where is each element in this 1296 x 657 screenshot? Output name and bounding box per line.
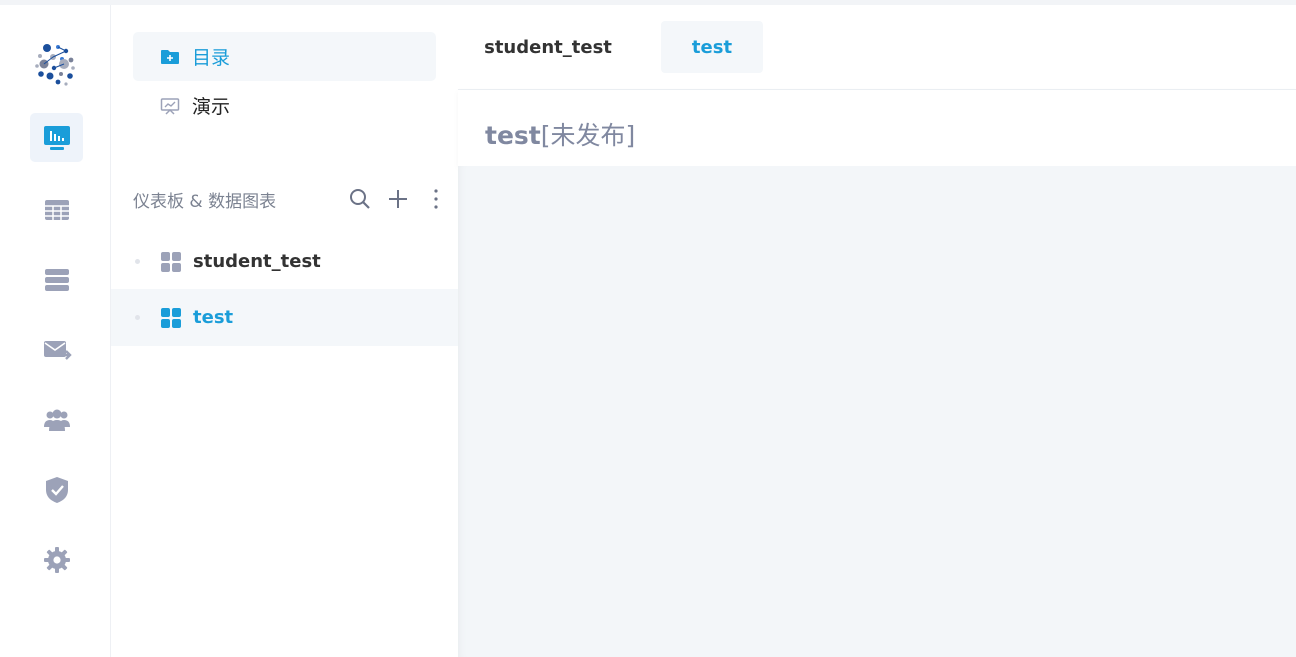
presentation-icon xyxy=(160,96,180,116)
dashboard-panel: 目录 演示 仪表板 & 数据图表 student_test test xyxy=(111,5,458,657)
rail-dashboard[interactable] xyxy=(30,113,83,162)
rail-settings[interactable] xyxy=(30,535,83,584)
rail-members[interactable] xyxy=(30,395,83,444)
nav-catalog-label: 目录 xyxy=(192,47,231,69)
nav-catalog[interactable]: 目录 xyxy=(133,32,436,81)
dashboard-grid-icon xyxy=(160,251,182,273)
rail-tables[interactable] xyxy=(30,185,83,234)
rail-schedule[interactable] xyxy=(30,325,83,374)
tab-student-test[interactable]: student_test xyxy=(476,21,620,73)
rail-sources[interactable] xyxy=(30,255,83,304)
tree-item-test[interactable]: test xyxy=(111,289,458,346)
shield-check-icon xyxy=(45,476,68,503)
page-title: test[未发布] xyxy=(485,116,635,152)
app-rail xyxy=(0,5,111,657)
table-grid-icon xyxy=(44,199,69,220)
tree-item-name: test xyxy=(193,307,234,328)
section-header: 仪表板 & 数据图表 xyxy=(133,187,448,212)
tree-bullet xyxy=(135,259,140,264)
search-icon[interactable] xyxy=(348,187,372,211)
nav-story-label: 演示 xyxy=(192,96,231,118)
users-group-icon xyxy=(43,409,70,431)
tab-bar: student_test test xyxy=(458,5,1296,90)
dashboard-monitor-icon xyxy=(43,125,70,150)
dashboard-canvas[interactable] xyxy=(458,166,1296,657)
dashboard-name: test xyxy=(485,121,541,150)
nav-story[interactable]: 演示 xyxy=(133,81,436,130)
mail-send-icon xyxy=(43,340,72,360)
app-logo[interactable] xyxy=(32,40,80,88)
more-vertical-icon[interactable] xyxy=(424,187,448,211)
rail-permissions[interactable] xyxy=(30,465,83,514)
section-title: 仪表板 & 数据图表 xyxy=(133,191,277,212)
folder-icon xyxy=(160,47,180,67)
gear-icon xyxy=(43,546,70,573)
dashboard-grid-icon xyxy=(160,307,182,329)
tree-item-name: student_test xyxy=(193,251,321,272)
tree-bullet xyxy=(135,315,140,320)
plus-icon[interactable] xyxy=(386,187,410,211)
tree-item-student-test[interactable]: student_test xyxy=(111,233,458,290)
main-area: student_test test test[未发布] xyxy=(458,5,1296,657)
tab-test[interactable]: test xyxy=(661,21,763,73)
publish-status: [未发布] xyxy=(540,121,636,150)
stack-list-icon xyxy=(44,268,69,291)
dashboard-titlebar: test[未发布] xyxy=(458,90,1296,166)
